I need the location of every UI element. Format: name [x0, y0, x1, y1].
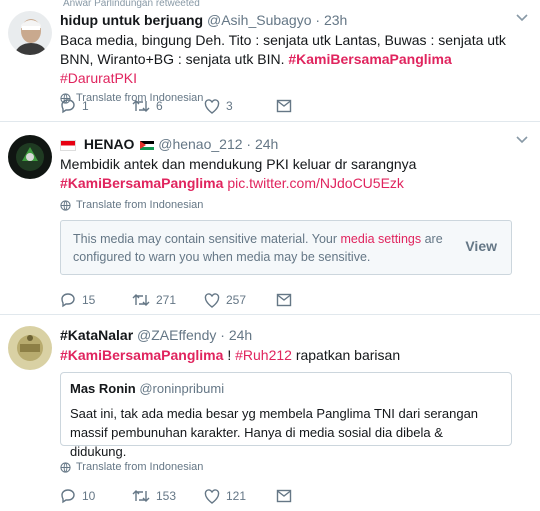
globe-icon [60, 199, 71, 211]
avatar[interactable] [8, 135, 52, 179]
reply-button[interactable]: 10 [60, 488, 132, 504]
timestamp[interactable]: · 23h [315, 12, 347, 28]
dm-icon [276, 293, 292, 307]
handle[interactable]: @Asih_Subagyo [207, 12, 312, 28]
quote-header: Mas Ronin @roninpribumi [70, 381, 224, 396]
translate-link[interactable]: Translate from Indonesian [60, 461, 203, 473]
translate-link[interactable]: Translate from Indonesian [60, 199, 514, 211]
action-bar: 15 271 257 [60, 292, 348, 308]
retweet-icon [132, 294, 150, 306]
hashtag-link[interactable]: #Ruh212 [235, 347, 292, 363]
handle[interactable]: @henao_212 [158, 136, 242, 152]
timestamp[interactable]: · 24h [220, 327, 252, 343]
media-settings-link[interactable]: media settings [341, 232, 422, 246]
tweet-text: #KamiBersamaPanglima ! #Ruh212 rapatkan … [60, 347, 401, 363]
like-button[interactable]: 257 [204, 292, 276, 308]
display-name[interactable]: HENAO [84, 136, 135, 152]
handle[interactable]: @ZAEffendy [137, 327, 216, 343]
reply-icon [61, 99, 75, 114]
hashtag-link[interactable]: #DaruratPKI [60, 70, 137, 86]
quote-handle: @roninpribumi [139, 381, 225, 396]
reply-count: 1 [82, 99, 89, 113]
view-media-button[interactable]: View [465, 238, 497, 254]
tweet-3[interactable]: #KataNalar @ZAEffendy · 24h #KamiBersama… [0, 315, 540, 511]
retweet-context: Anwar Parlindungan retweeted [63, 0, 200, 9]
quote-text: Saat ini, tak ada media besar yg membela… [70, 406, 479, 459]
tweet-2[interactable]: HENAO @henao_212 · 24h Membidik antek da… [0, 122, 540, 315]
reply-count: 10 [82, 489, 96, 503]
hashtag-link[interactable]: #KamiBersamaPanglima [288, 51, 451, 67]
like-icon [204, 292, 220, 308]
quote-display-name: Mas Ronin [70, 381, 136, 396]
reply-count: 15 [82, 293, 96, 307]
like-count: 257 [226, 293, 247, 307]
dm-button[interactable] [276, 99, 348, 113]
retweet-count: 271 [156, 293, 177, 307]
like-button[interactable]: 121 [204, 488, 276, 504]
reply-icon [61, 293, 75, 308]
globe-icon [60, 461, 71, 473]
timestamp[interactable]: · 24h [246, 136, 278, 152]
like-count: 121 [226, 489, 247, 503]
retweet-count: 153 [156, 489, 177, 503]
action-bar: 1 6 3 [60, 98, 348, 114]
tweet-header: hidup untuk berjuang @Asih_Subagyo · 23h [60, 11, 514, 29]
flag-indonesia-icon [60, 139, 76, 151]
quoted-tweet[interactable]: Mas Ronin @roninpribumi Saat ini, tak ad… [60, 372, 512, 459]
retweet-icon [132, 100, 150, 112]
hashtag-link[interactable]: #KamiBersamaPanglima [60, 347, 223, 363]
chevron-down-icon[interactable] [516, 14, 528, 22]
tweet-header: HENAO @henao_212 · 24h [60, 135, 514, 153]
dm-button[interactable] [276, 489, 348, 503]
retweet-button[interactable]: 271 [132, 293, 204, 307]
retweet-icon [132, 490, 150, 502]
reply-button[interactable]: 1 [60, 98, 132, 114]
like-button[interactable]: 3 [204, 98, 276, 114]
tweet-text: Membidik antek dan mendukung PKI keluar … [60, 156, 417, 191]
reply-icon [61, 489, 75, 504]
sensitive-media-warning: This media may contain sensitive materia… [60, 220, 512, 275]
avatar[interactable] [8, 326, 52, 370]
display-name[interactable]: hidup untuk berjuang [60, 12, 203, 28]
media-link[interactable]: pic.twitter.com/NJdoCU5Ezk [227, 175, 404, 191]
dm-icon [276, 99, 292, 113]
tweet-1[interactable]: Anwar Parlindungan retweeted hidup untuk… [0, 0, 540, 122]
sensitive-text: This media may contain sensitive materia… [73, 232, 443, 264]
tweet-header: #KataNalar @ZAEffendy · 24h [60, 326, 514, 344]
retweet-count: 6 [156, 99, 163, 113]
reply-button[interactable]: 15 [60, 292, 132, 308]
avatar[interactable] [8, 11, 52, 55]
like-icon [204, 488, 220, 504]
dm-button[interactable] [276, 293, 348, 307]
hashtag-link[interactable]: #KamiBersamaPanglima [60, 175, 223, 191]
tweet-text: Baca media, bingung Deh. Tito : senjata … [60, 32, 506, 86]
retweet-button[interactable]: 6 [132, 99, 204, 113]
retweet-button[interactable]: 153 [132, 489, 204, 503]
flag-palestine-icon [140, 140, 155, 150]
chevron-down-icon[interactable] [516, 136, 528, 144]
action-bar: 10 153 121 [60, 488, 348, 504]
dm-icon [276, 489, 292, 503]
like-icon [204, 98, 220, 114]
display-name[interactable]: #KataNalar [60, 327, 133, 343]
like-count: 3 [226, 99, 233, 113]
